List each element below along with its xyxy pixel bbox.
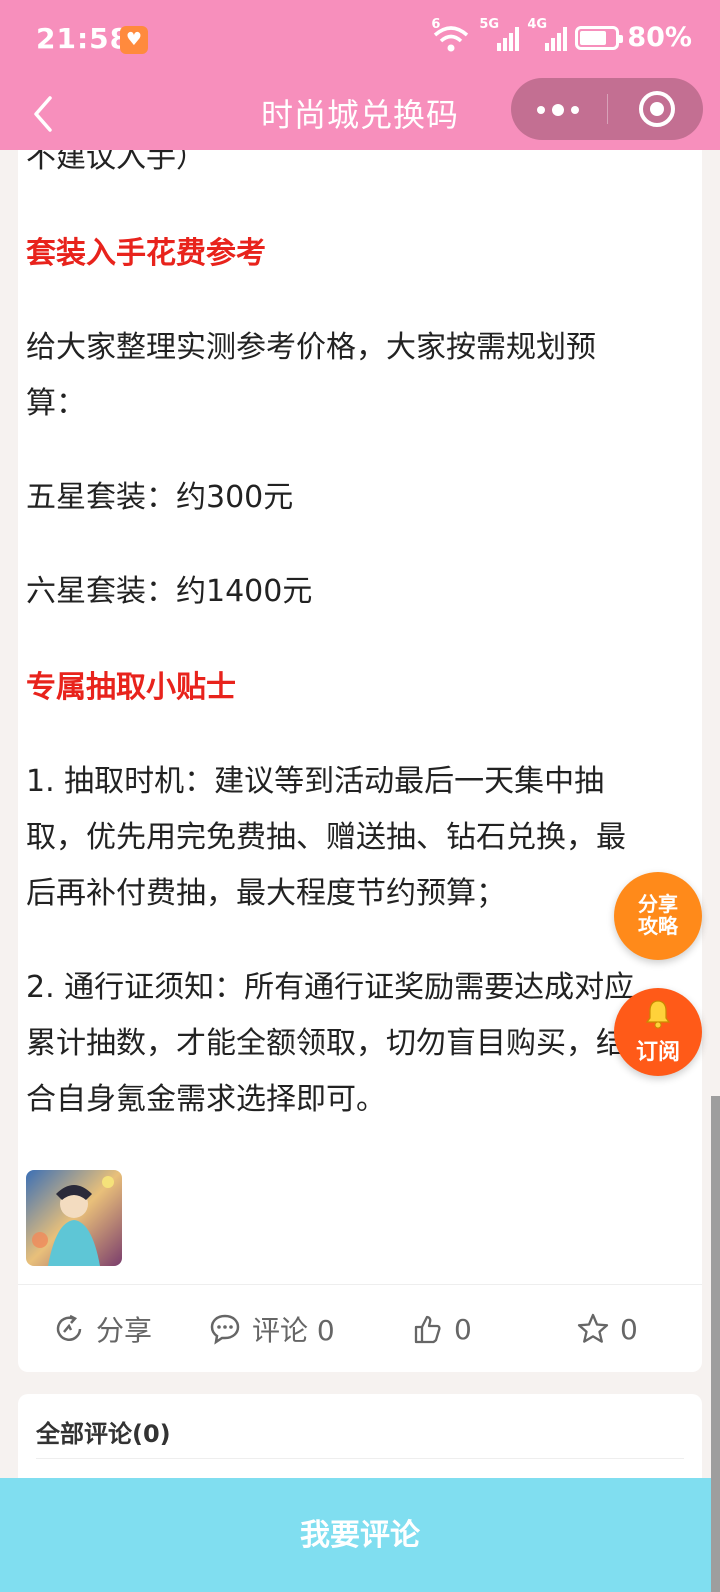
wifi-icon: 6 xyxy=(431,17,471,53)
scrollbar[interactable] xyxy=(711,1096,720,1592)
five-star-price: 五星套装：约300元 xyxy=(26,480,294,515)
battery-level: 80% xyxy=(627,22,692,53)
tip1-line-2: 取，优先用完免费抽、赠送抽、钻石兑换，最 xyxy=(26,820,626,855)
favorite-count: 0 xyxy=(620,1312,638,1346)
status-indicators: 6 5G 4G 80% xyxy=(431,17,692,54)
intro-line-1: 给大家整理实测参考价格，大家按需规划预 xyxy=(26,330,596,365)
heading-tips: 专属抽取小贴士 xyxy=(26,670,236,705)
share-guide-line-2: 攻略 xyxy=(638,914,678,938)
share-guide-float-button[interactable]: 分享 攻略 xyxy=(614,872,702,960)
heart-app-icon: ♥ xyxy=(120,26,148,54)
battery-icon xyxy=(575,25,624,50)
close-circle-icon[interactable] xyxy=(639,91,675,127)
bell-icon xyxy=(645,1000,671,1029)
miniprogram-capsule xyxy=(511,78,703,140)
signal-5g-label: 5G xyxy=(479,16,500,32)
tip2-line-2: 累计抽数，才能全额领取，切勿盲目购买，结 xyxy=(26,1026,626,1061)
status-time: 21:58 xyxy=(36,22,131,55)
article-text-fragment: 不建议入手） xyxy=(26,150,206,175)
article-thumbnail-image[interactable] xyxy=(26,1170,122,1266)
write-comment-label: 我要评论 xyxy=(300,1518,420,1553)
capsule-divider xyxy=(607,94,608,124)
like-count: 0 xyxy=(454,1312,472,1346)
tip2-line-1: 2. 通行证须知：所有通行证奖励需要达成对应 xyxy=(26,970,635,1005)
heading-cost: 套装入手花费参考 xyxy=(26,236,266,271)
signal-4g-icon: 4G xyxy=(527,17,568,53)
signal-4g-label: 4G xyxy=(527,16,548,32)
tip2-line-3: 合自身氪金需求选择即可。 xyxy=(26,1082,386,1117)
wifi-badge: 6 xyxy=(431,16,441,32)
write-comment-button[interactable]: 我要评论 xyxy=(0,1478,720,1592)
article-actions-bar: 分享 评论 0 0 0 xyxy=(18,1284,702,1372)
status-bar: 21:58 ♥ 6 5G 4G 80% xyxy=(0,0,720,78)
six-star-price: 六星套装：约1400元 xyxy=(26,574,313,609)
article-card: 不建议入手） 套装入手花费参考 给大家整理实测参考价格，大家按需规划预 算： 五… xyxy=(18,150,702,1372)
comment-label: 评论 0 xyxy=(252,1314,335,1347)
comments-divider xyxy=(36,1458,684,1459)
nav-bar: 时尚城兑换码 xyxy=(0,78,720,150)
comments-title: 全部评论(0) xyxy=(36,1420,171,1448)
like-action[interactable]: 0 xyxy=(410,1307,472,1351)
intro-line-2: 算： xyxy=(26,386,86,421)
subscribe-float-button[interactable]: 订阅 xyxy=(614,988,702,1076)
tip1-line-3: 后再补付费抽，最大程度节约预算； xyxy=(26,876,506,911)
share-guide-line-1: 分享 xyxy=(638,892,678,916)
share-icon xyxy=(56,1314,82,1341)
signal-5g-icon: 5G xyxy=(479,17,520,53)
share-label: 分享 xyxy=(96,1314,153,1347)
more-dots-icon[interactable] xyxy=(537,104,579,116)
tip1-line-1: 1. 抽取时机：建议等到活动最后一天集中抽 xyxy=(26,764,605,799)
comment-icon xyxy=(210,1314,240,1345)
thumbs-up-icon xyxy=(414,1315,441,1344)
comment-action[interactable]: 评论 0 xyxy=(208,1307,335,1351)
favorite-action[interactable]: 0 xyxy=(576,1307,638,1351)
share-action[interactable]: 分享 xyxy=(52,1307,152,1351)
star-icon xyxy=(577,1313,609,1343)
subscribe-label: 订阅 xyxy=(635,1040,680,1065)
